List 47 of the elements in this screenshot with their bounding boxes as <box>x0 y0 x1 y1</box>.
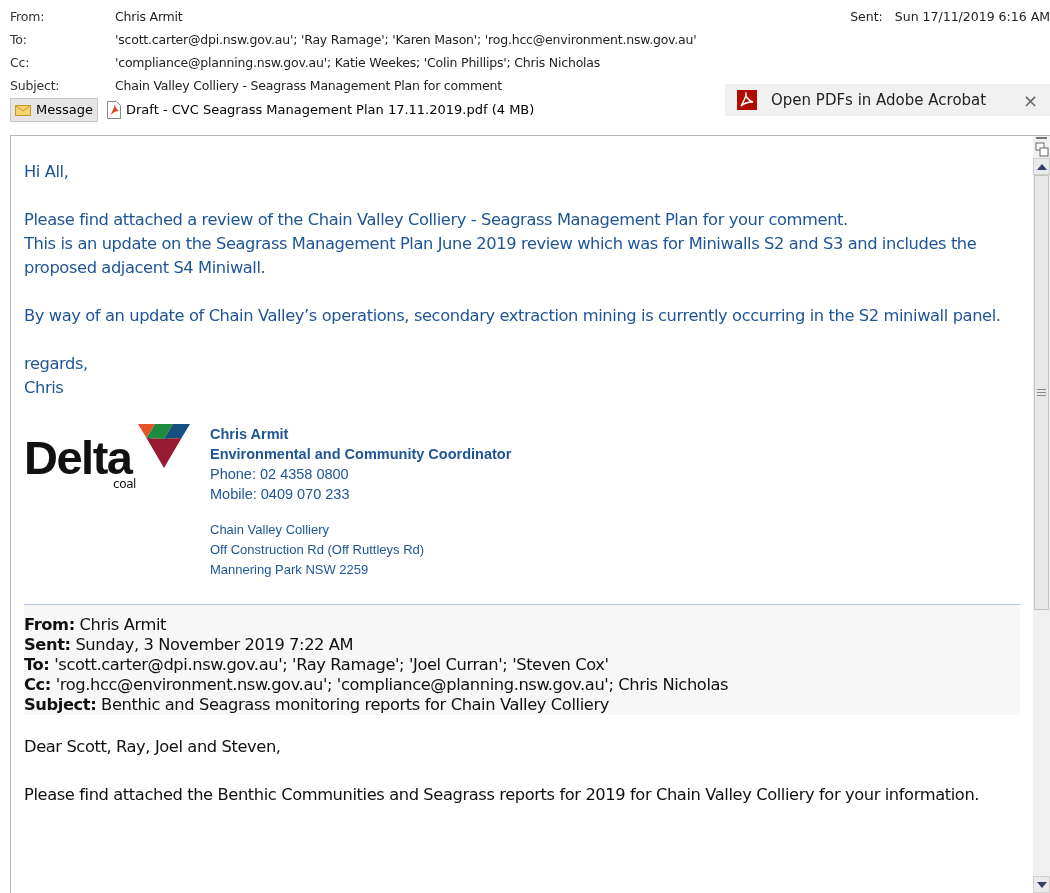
up-arrow-icon <box>1036 163 1047 170</box>
pdf-icon <box>737 90 757 110</box>
field-value: 'scott.carter@dpi.nsw.gov.au'; 'Ray Ramage'; 'Karen Mason'; 'rog.hcc@environment.nsw.gov.au' <box>115 31 697 50</box>
field-value: Chris Armit <box>115 8 183 27</box>
field-label: Subject: <box>10 77 61 96</box>
logo-text: Delta <box>24 434 132 481</box>
body-text: By way of an update of Chain Valley’s operations, secondary extraction mining is currently occurring in the S2 miniwall panel. <box>24 305 1002 327</box>
signature-name: Chris Armit <box>210 425 290 444</box>
body-text: Hi All, <box>24 161 70 183</box>
banner-text: Open PDFs in Adobe Acrobat <box>771 89 987 111</box>
signature-address: Mannering Park NSW 2259 <box>210 561 370 579</box>
field-label: Cc: <box>10 54 31 73</box>
signature-contact: Mobile: 0409 070 233 <box>210 485 351 504</box>
signature-contact: Phone: 02 4358 0800 <box>210 465 350 484</box>
down-arrow-icon <box>1036 881 1047 888</box>
quoted-header-line: To: 'scott.carter@dpi.nsw.gov.au'; 'Ray Ramage'; 'Joel Curran'; 'Steven Cox' <box>24 655 610 675</box>
signature-title: Environmental and Community Coordinator <box>210 445 512 464</box>
envelope-icon <box>15 104 31 116</box>
split-icon[interactable] <box>1034 136 1049 158</box>
body-text: regards, <box>24 353 89 375</box>
field-label: From: <box>10 8 46 27</box>
signature-address: Chain Valley Colliery <box>210 521 330 539</box>
field-value: Chain Valley Colliery - Seagrass Management Plan for comment <box>115 77 502 96</box>
quoted-header-line: Subject: Benthic and Seagrass monitoring reports for Chain Valley Colliery <box>24 695 610 715</box>
pdf-file-icon <box>107 101 121 119</box>
quoted-header-line: Cc: 'rog.hcc@environment.nsw.gov.au'; 'compliance@planning.nsw.gov.au'; Chris Nicholas <box>24 675 730 695</box>
body-text: Please find attached a review of the Chain Valley Colliery - Seagrass Management Plan for your comment. <box>24 209 849 231</box>
scroll-bar[interactable] <box>1033 136 1050 893</box>
field-value: 'compliance@planning.nsw.gov.au'; Katie Weekes; 'Colin Phillips'; Chris Nicholas <box>115 54 601 73</box>
quoted-header-line: From: Chris Armit <box>24 615 168 635</box>
field-label: Sent: <box>850 8 883 26</box>
scroll-up-button[interactable] <box>1033 158 1050 175</box>
attachment-tab[interactable]: Draft - CVC Seagrass Management Plan 17.11.2019.pdf (4 MB) <box>102 98 540 122</box>
body-text: Chris <box>24 377 65 399</box>
scroll-thumb[interactable] <box>1034 175 1049 610</box>
quoted-header-line: Sent: Sunday, 3 November 2019 7:22 AM <box>24 635 355 655</box>
triangle-logo-icon <box>138 424 190 469</box>
body-text: Dear Scott, Ray, Joel and Steven, <box>24 736 282 758</box>
scroll-down-button[interactable] <box>1033 876 1050 893</box>
field-value: Sun 17/11/2019 6:16 AM <box>894 8 1050 26</box>
signature-address: Off Construction Rd (Off Ruttleys Rd) <box>210 541 426 559</box>
message-tab[interactable]: Message <box>10 98 98 122</box>
body-text: This is an update on the Seagrass Management Plan June 2019 review which was for Miniwalls S2 and S3 and includes the proposed adjacent S4 Miniwall. <box>24 233 978 279</box>
body-text: Please find attached the Benthic Communities and Seagrass reports for 2019 for Chain Valley Colliery for your information. <box>24 784 981 806</box>
field-label: To: <box>10 31 28 50</box>
logo-subtext: coal <box>113 478 137 490</box>
close-button[interactable]: × <box>1022 86 1038 114</box>
